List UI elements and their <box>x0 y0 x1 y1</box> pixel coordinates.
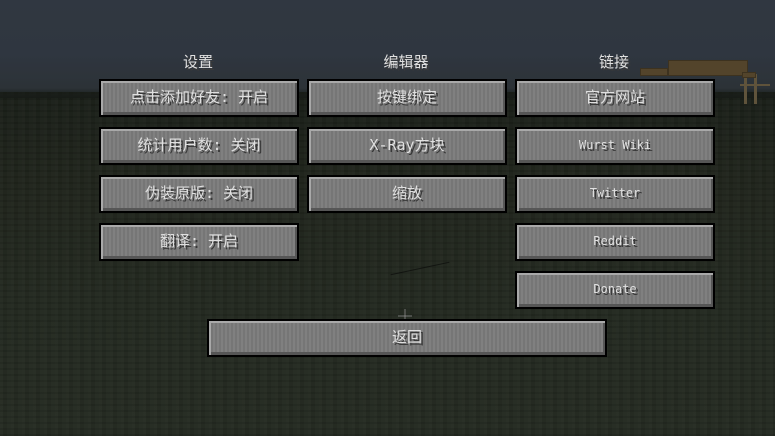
wurst-wiki-button[interactable]: Wurst Wiki <box>515 127 715 165</box>
official-website-button[interactable]: 官方网站 <box>515 79 715 117</box>
vanilla-spoof-toggle-button[interactable]: 伪装原版: 关闭 <box>99 175 299 213</box>
links-heading: 链接 <box>598 53 629 71</box>
translation-toggle-button[interactable]: 翻译: 开启 <box>99 223 299 261</box>
keybinds-button[interactable]: 按键绑定 <box>307 79 507 117</box>
reddit-button[interactable]: Reddit <box>515 223 715 261</box>
friend-click-toggle-button[interactable]: 点击添加好友: 开启 <box>99 79 299 117</box>
editors-heading: 编辑器 <box>383 53 429 71</box>
twitter-button[interactable]: Twitter <box>515 175 715 213</box>
settings-heading: 设置 <box>182 53 213 71</box>
zoom-button[interactable]: 缩放 <box>307 175 507 213</box>
donate-button[interactable]: Donate <box>515 271 715 309</box>
back-button[interactable]: 返回 <box>207 319 607 357</box>
xray-blocks-button[interactable]: X-Ray方块 <box>307 127 507 165</box>
count-users-toggle-button[interactable]: 统计用户数: 关闭 <box>99 127 299 165</box>
